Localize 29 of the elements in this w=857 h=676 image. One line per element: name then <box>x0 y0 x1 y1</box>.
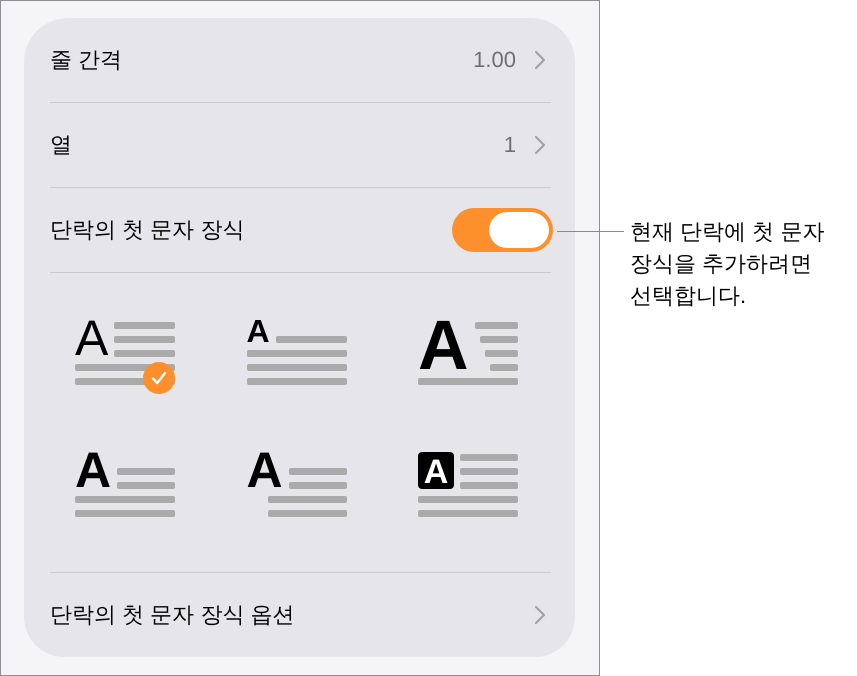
text-lines-icon <box>276 336 346 344</box>
drop-cap-style-option[interactable]: A <box>418 320 518 394</box>
setting-value: 1.00 <box>473 47 516 73</box>
setting-label: 열 <box>50 131 73 159</box>
text-lines-icon <box>246 350 346 386</box>
chevron-icon[interactable] <box>534 605 546 625</box>
toggle-switch[interactable] <box>452 208 553 252</box>
check-icon <box>143 362 175 394</box>
setting-value: 1 <box>504 132 516 158</box>
drop-cap-style-option[interactable]: A <box>246 452 346 526</box>
text-lines-icon <box>288 468 346 489</box>
text-lines-icon <box>418 378 518 386</box>
setting-label: 단락의 첫 문자 장식 <box>50 216 246 244</box>
text-lines-icon <box>75 496 175 517</box>
text-lines-icon <box>460 454 518 490</box>
setting-label: 단락의 첫 문자 장식 옵션 <box>50 601 296 629</box>
chevron-icon[interactable] <box>534 135 546 155</box>
text-lines-icon <box>418 496 518 518</box>
text-lines-icon <box>268 496 346 517</box>
setting-label: 줄 간격 <box>50 46 124 74</box>
drop-cap-style-option[interactable]: A <box>75 452 175 526</box>
drop-cap-style-option[interactable]: A <box>246 320 346 394</box>
drop-cap-style-option[interactable]: A <box>418 452 518 526</box>
text-lines-icon <box>117 468 175 489</box>
callout-text: 현재 단락에 첫 문자 장식을 추가하려면 선택합니다. <box>629 218 826 310</box>
chevron-icon[interactable] <box>534 50 546 70</box>
text-lines-icon <box>114 322 175 356</box>
drop-cap-style-option[interactable]: A <box>75 320 175 394</box>
text-lines-icon <box>474 322 518 372</box>
